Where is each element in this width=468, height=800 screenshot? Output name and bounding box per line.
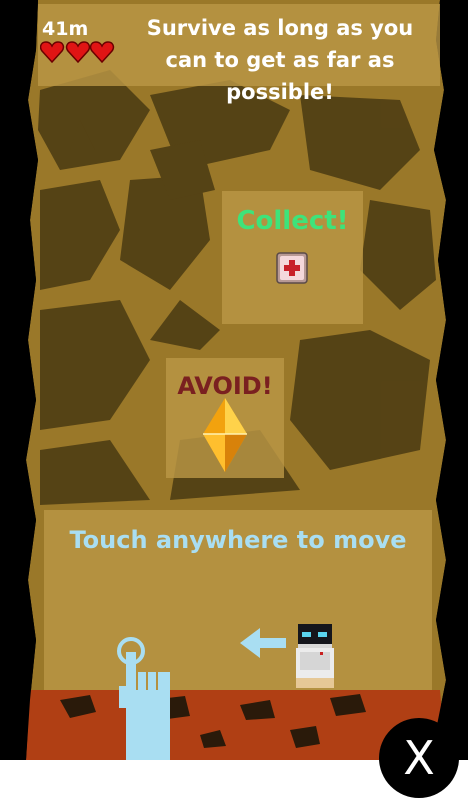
touch-label: Touch anywhere to move	[69, 526, 407, 554]
left-arrow-icon	[240, 628, 286, 658]
heart-icon	[65, 41, 91, 64]
heart-icon	[89, 41, 115, 64]
collect-label: Collect!	[236, 206, 349, 236]
pointing-hand-icon	[117, 637, 170, 760]
game-scene[interactable]: 41m Survive as long as you can to get as…	[0, 0, 468, 760]
robot-player-icon	[296, 624, 334, 688]
close-button[interactable]: X	[379, 718, 459, 798]
medkit-icon	[276, 252, 308, 284]
heart-icon	[40, 41, 65, 64]
intro-text: Survive as long as you can to get as far…	[146, 16, 414, 104]
lives-hearts	[40, 41, 115, 64]
avoid-label: AVOID!	[177, 372, 273, 400]
crystal-hazard-icon	[203, 398, 247, 472]
distance-counter: 41m	[42, 18, 89, 40]
